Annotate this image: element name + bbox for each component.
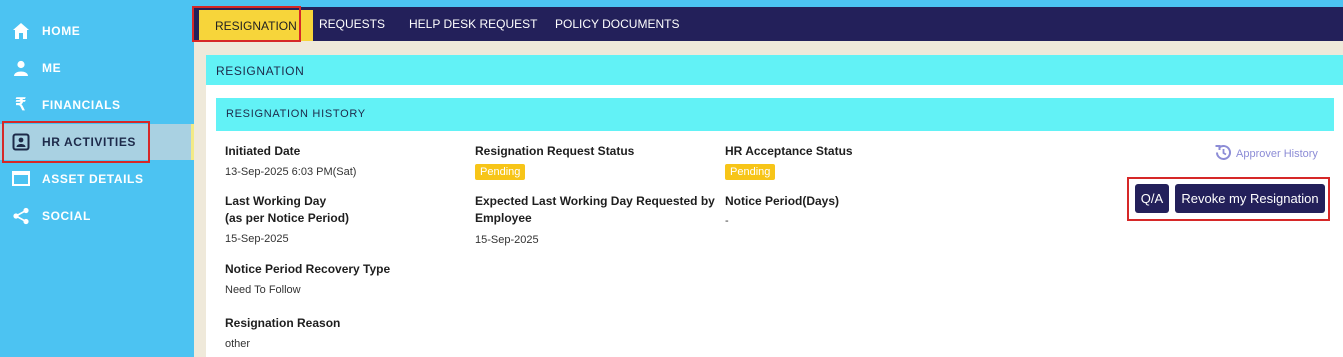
- highlight-box-actions: [1127, 177, 1330, 221]
- last-working-day-label: Last Working Day: [225, 194, 327, 208]
- section-title: RESIGNATION HISTORY: [216, 98, 1334, 131]
- resignation-reason-value: other: [225, 338, 251, 350]
- initiated-date-label: Initiated Date: [225, 144, 301, 158]
- home-icon: [10, 20, 32, 42]
- highlight-box-hr-activities: [2, 121, 150, 163]
- tab-requests[interactable]: REQUESTS: [319, 7, 385, 41]
- hr-status-badge: Pending: [725, 164, 776, 180]
- sidebar-item-social[interactable]: SOCIAL: [0, 198, 194, 234]
- sidebar-item-label: FINANCIALS: [42, 98, 121, 112]
- last-working-day-value: 15-Sep-2025: [225, 233, 289, 245]
- sidebar-item-label: SOCIAL: [42, 209, 91, 223]
- notice-period-value: -: [725, 215, 729, 227]
- expected-lwd-label: Expected Last Working Day Requested by: [475, 194, 715, 208]
- recovery-type-value: Need To Follow: [225, 284, 301, 296]
- rupee-icon: ₹: [15, 95, 27, 114]
- resignation-reason-label: Resignation Reason: [225, 316, 341, 330]
- request-status-label: Resignation Request Status: [475, 144, 635, 158]
- expected-lwd-sublabel: Employee: [475, 211, 532, 225]
- initiated-date-value: 13-Sep-2025 6:03 PM(Sat): [225, 166, 357, 178]
- expected-lwd-value: 15-Sep-2025: [475, 234, 539, 246]
- panel-title: RESIGNATION: [206, 55, 1343, 85]
- history-icon: [1214, 143, 1233, 165]
- sidebar-item-me[interactable]: ME: [0, 50, 194, 86]
- tab-policy-documents[interactable]: POLICY DOCUMENTS: [555, 7, 679, 41]
- request-status-badge: Pending: [475, 164, 526, 180]
- notice-period-label: Notice Period(Days): [725, 194, 840, 208]
- approver-history-link[interactable]: Approver History: [1214, 143, 1318, 165]
- approver-history-label: Approver History: [1236, 148, 1318, 160]
- hr-status-label: HR Acceptance Status: [725, 144, 853, 158]
- top-strip: [194, 0, 1343, 7]
- tab-bar: RESIGNATION REQUESTS HELP DESK REQUEST P…: [194, 7, 1343, 41]
- last-working-day-sublabel: (as per Notice Period): [225, 211, 350, 225]
- sidebar-item-label: HOME: [42, 24, 81, 38]
- sidebar-item-asset-details[interactable]: ASSET DETAILS: [0, 161, 194, 197]
- tab-help-desk-request[interactable]: HELP DESK REQUEST: [409, 7, 537, 41]
- sidebar-item-label: ASSET DETAILS: [42, 172, 144, 186]
- highlight-box-resignation-tab: [192, 6, 301, 42]
- sidebar-item-label: ME: [42, 61, 62, 75]
- monitor-icon: [10, 168, 32, 190]
- user-icon: [10, 57, 32, 79]
- sidebar-item-home[interactable]: HOME: [0, 13, 194, 49]
- share-icon: [10, 205, 32, 227]
- sidebar-item-financials[interactable]: ₹ FINANCIALS: [0, 87, 194, 123]
- recovery-type-label: Notice Period Recovery Type: [225, 262, 391, 276]
